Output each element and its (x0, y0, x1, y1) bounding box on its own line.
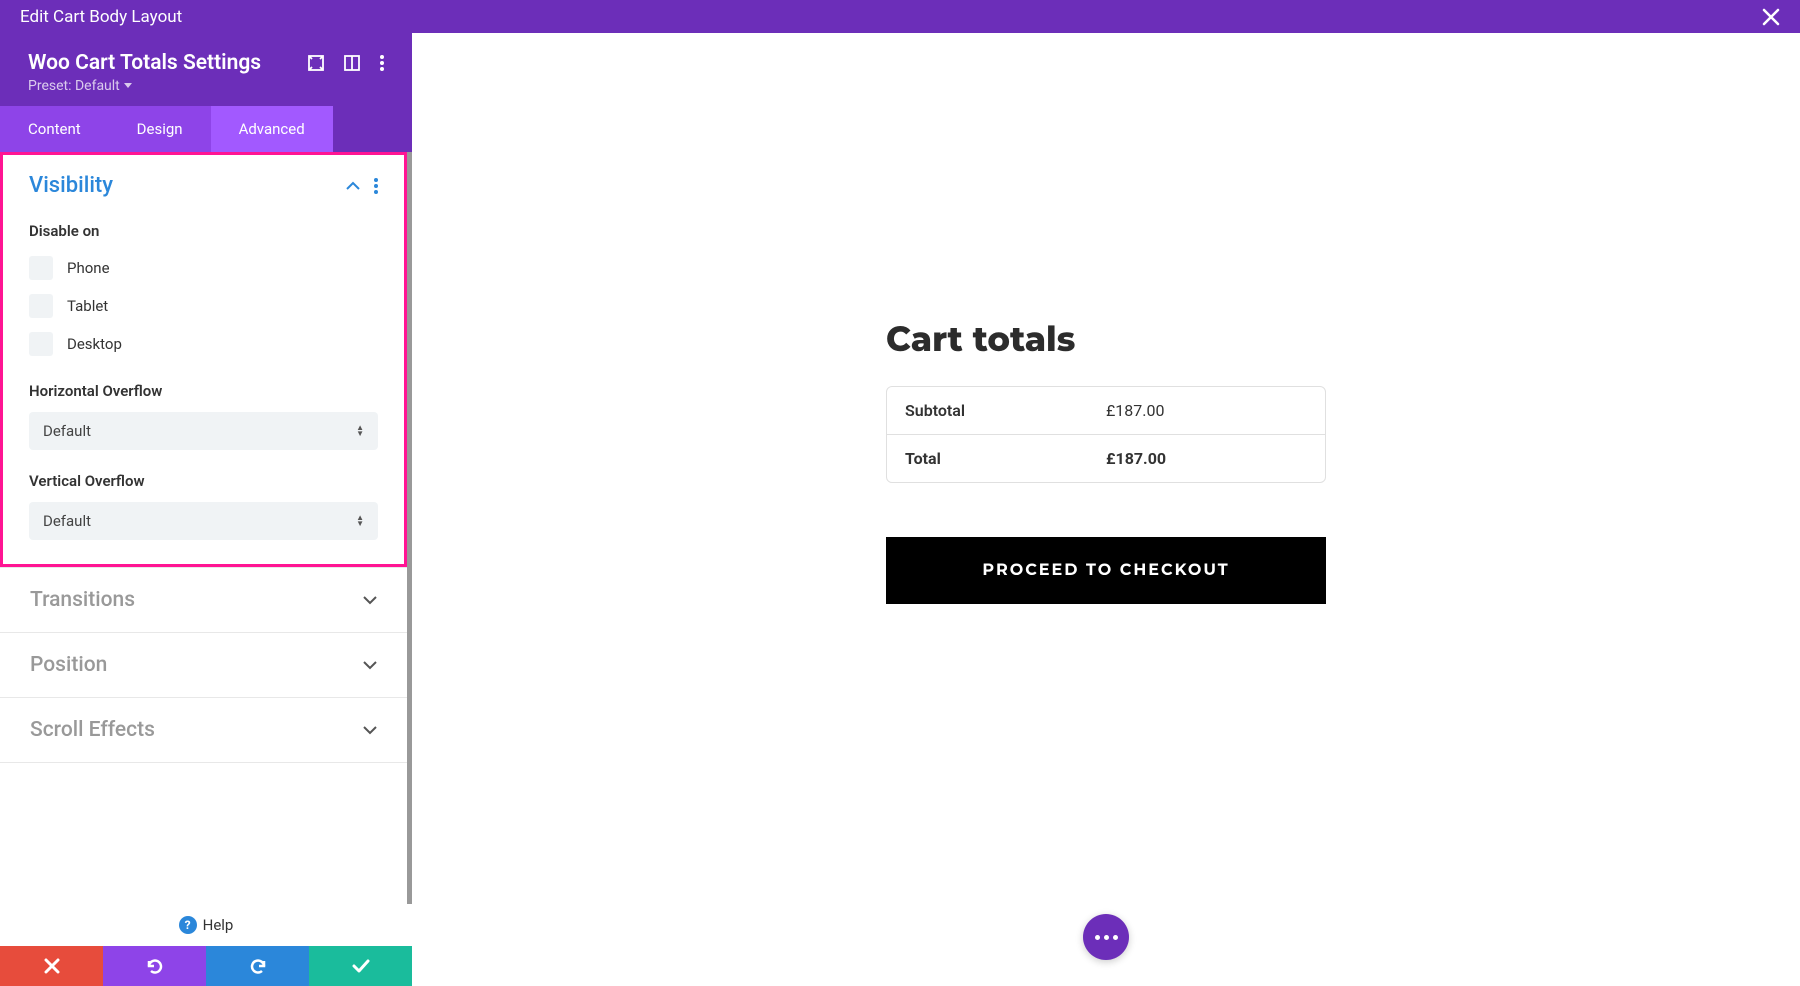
v-overflow-field: Vertical Overflow Default ▲▼ (29, 472, 378, 540)
sidebar-header: Woo Cart Totals Settings Preset: Default (0, 33, 412, 106)
disable-phone-label: Phone (67, 259, 110, 277)
expand-icon[interactable] (308, 55, 324, 71)
undo-button[interactable] (103, 946, 206, 986)
select-arrows-icon: ▲▼ (356, 425, 364, 437)
v-overflow-value: Default (43, 512, 91, 530)
tab-advanced[interactable]: Advanced (211, 106, 333, 152)
discard-button[interactable] (0, 946, 103, 986)
subtotal-label: Subtotal (905, 401, 1106, 420)
scroll-effects-title: Scroll Effects (30, 718, 155, 742)
cart-totals-module: Cart totals Subtotal £187.00 Total £187.… (886, 318, 1326, 604)
floating-menu-button[interactable] (1083, 914, 1129, 960)
check-icon (352, 959, 370, 973)
disable-phone-row: Phone (29, 256, 378, 280)
sidebar-content: Visibility Disable on Phone Tablet (0, 152, 412, 986)
subtotal-row: Subtotal £187.00 (887, 387, 1325, 434)
undo-icon (146, 957, 164, 975)
total-label: Total (905, 449, 1106, 468)
bottom-actions (0, 946, 412, 986)
help-label: Help (203, 916, 234, 934)
disable-desktop-checkbox[interactable] (29, 332, 53, 356)
visibility-panel: Visibility Disable on Phone Tablet (0, 152, 407, 567)
settings-scroll[interactable]: Visibility Disable on Phone Tablet (0, 152, 412, 904)
chevron-down-icon (363, 660, 377, 670)
v-overflow-select[interactable]: Default ▲▼ (29, 502, 378, 540)
responsive-icon[interactable] (344, 55, 360, 71)
subtotal-value: £187.00 (1106, 401, 1307, 420)
redo-icon (249, 957, 267, 975)
h-overflow-label: Horizontal Overflow (29, 382, 378, 400)
disable-phone-checkbox[interactable] (29, 256, 53, 280)
preset-label: Preset: Default (28, 78, 120, 94)
select-arrows-icon: ▲▼ (356, 515, 364, 527)
save-button[interactable] (309, 946, 412, 986)
more-icon[interactable] (380, 55, 384, 71)
settings-title: Woo Cart Totals Settings (28, 51, 261, 75)
position-section[interactable]: Position (0, 632, 407, 697)
help-icon: ? (179, 916, 197, 934)
help-row[interactable]: ? Help (0, 904, 412, 946)
settings-tabs: Content Design Advanced (0, 106, 412, 152)
close-icon (1762, 8, 1780, 26)
settings-sidebar: Woo Cart Totals Settings Preset: Default (0, 33, 412, 986)
disable-desktop-label: Desktop (67, 335, 122, 353)
proceed-checkout-button[interactable]: PROCEED TO CHECKOUT (886, 537, 1326, 604)
transitions-section[interactable]: Transitions (0, 567, 407, 632)
more-vertical-icon[interactable] (374, 178, 378, 194)
tab-design[interactable]: Design (109, 106, 211, 152)
disable-tablet-row: Tablet (29, 294, 378, 318)
top-bar: Edit Cart Body Layout (0, 0, 1800, 33)
h-overflow-select[interactable]: Default ▲▼ (29, 412, 378, 450)
disable-tablet-checkbox[interactable] (29, 294, 53, 318)
h-overflow-field: Horizontal Overflow Default ▲▼ (29, 382, 378, 450)
disable-tablet-label: Tablet (67, 297, 108, 315)
total-value: £187.00 (1106, 449, 1307, 468)
close-button[interactable] (1762, 8, 1780, 26)
cart-totals-heading: Cart totals (886, 318, 1326, 360)
preview-area: Cart totals Subtotal £187.00 Total £187.… (412, 33, 1800, 986)
main-layout: Woo Cart Totals Settings Preset: Default (0, 33, 1800, 986)
chevron-down-icon (363, 595, 377, 605)
top-bar-title: Edit Cart Body Layout (20, 7, 182, 27)
caret-down-icon (124, 83, 132, 89)
visibility-header[interactable]: Visibility (29, 173, 378, 198)
redo-button[interactable] (206, 946, 309, 986)
chevron-down-icon (363, 725, 377, 735)
dots-icon (1095, 935, 1118, 940)
h-overflow-value: Default (43, 422, 91, 440)
visibility-title: Visibility (29, 173, 113, 198)
disable-desktop-row: Desktop (29, 332, 378, 356)
v-overflow-label: Vertical Overflow (29, 472, 378, 490)
total-row: Total £187.00 (887, 434, 1325, 482)
disable-on-label: Disable on (29, 222, 378, 240)
x-icon (44, 958, 60, 974)
cart-totals-table: Subtotal £187.00 Total £187.00 (886, 386, 1326, 483)
position-title: Position (30, 653, 107, 677)
tab-content[interactable]: Content (0, 106, 109, 152)
transitions-title: Transitions (30, 588, 135, 612)
chevron-up-icon[interactable] (346, 181, 360, 191)
scroll-effects-section[interactable]: Scroll Effects (0, 697, 407, 763)
preset-dropdown[interactable]: Preset: Default (28, 78, 261, 94)
